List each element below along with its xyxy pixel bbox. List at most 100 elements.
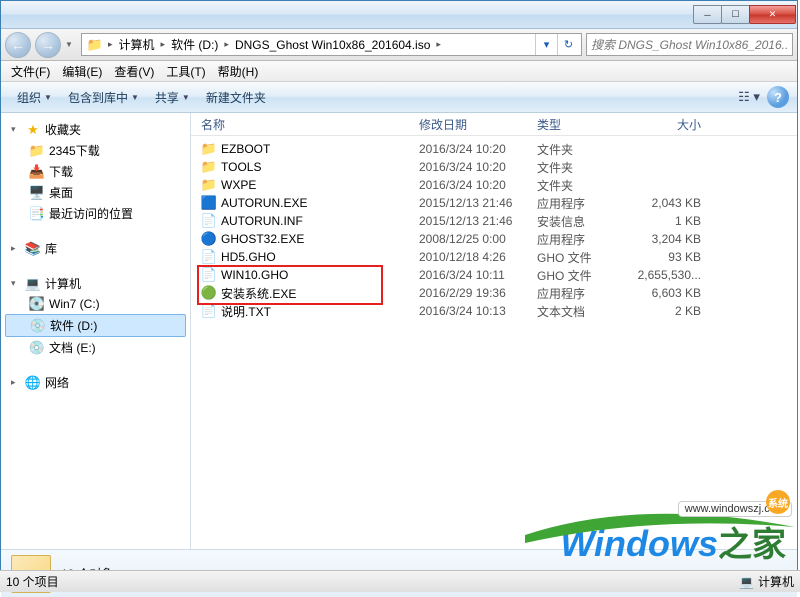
collapse-icon[interactable]: ▾ <box>11 124 21 135</box>
chevron-down-icon: ▼ <box>182 93 190 102</box>
file-row[interactable]: 📄说明.TXT2016/3/24 10:13文本文档2 KB <box>201 302 797 320</box>
back-button[interactable]: ← <box>5 32 31 58</box>
menu-tools[interactable]: 工具(T) <box>160 63 211 80</box>
file-type: 应用程序 <box>537 231 625 248</box>
organize-button[interactable]: 组织▼ <box>9 89 60 106</box>
forward-button[interactable]: → <box>35 32 61 58</box>
column-name[interactable]: 名称 <box>201 116 419 133</box>
sidebar-drive-c[interactable]: 💽Win7 (C:) <box>1 294 190 314</box>
column-date[interactable]: 修改日期 <box>419 116 537 133</box>
chevron-right-icon[interactable]: ▸ <box>222 39 231 50</box>
explorer-window: ─ ☐ ✕ ← → ▼ 📁 ▸ 计算机 ▸ 软件 (D:) ▸ DNGS_Gho… <box>0 0 798 570</box>
help-icon[interactable]: ? <box>767 86 789 108</box>
computer-small-icon: 💻 <box>739 575 754 589</box>
minimize-button[interactable]: ─ <box>693 5 722 24</box>
file-type: 文件夹 <box>537 141 625 158</box>
sidebar-network[interactable]: ▸🌐网络 <box>1 372 190 393</box>
sidebar-drive-d[interactable]: 💿软件 (D:) <box>5 314 186 337</box>
computer-icon: 💻 <box>25 276 41 292</box>
file-row[interactable]: 🟦AUTORUN.EXE2015/12/13 21:46应用程序2,043 KB <box>201 194 797 212</box>
sidebar-libraries[interactable]: ▸📚库 <box>1 238 190 259</box>
menu-edit[interactable]: 编辑(E) <box>56 63 108 80</box>
file-date: 2015/12/13 21:46 <box>419 196 537 210</box>
file-name: EZBOOT <box>221 142 419 156</box>
column-size[interactable]: 大小 <box>625 116 715 133</box>
share-button[interactable]: 共享▼ <box>147 89 198 106</box>
chevron-down-icon: ▼ <box>131 93 139 102</box>
close-button[interactable]: ✕ <box>749 5 796 24</box>
sidebar-item-recent[interactable]: 📑最近访问的位置 <box>1 203 190 224</box>
file-date: 2010/12/18 4:26 <box>419 250 537 264</box>
navigation-pane: ▾★收藏夹 📁2345下载 📥下载 🖥️桌面 📑最近访问的位置 ▸📚库 ▾💻计算… <box>1 113 191 549</box>
file-size: 6,603 KB <box>625 286 715 300</box>
file-name: WXPE <box>221 178 419 192</box>
search-box[interactable] <box>586 33 793 56</box>
file-row[interactable]: 📄WIN10.GHO2016/3/24 10:11GHO 文件2,655,530… <box>201 266 797 284</box>
file-date: 2015/12/13 21:46 <box>419 214 537 228</box>
status-item-count: 10 个项目 <box>6 573 59 590</box>
search-input[interactable] <box>591 38 788 52</box>
history-dropdown-icon[interactable]: ▼ <box>65 40 77 49</box>
menu-view[interactable]: 查看(V) <box>108 63 160 80</box>
library-icon: 📚 <box>25 241 41 257</box>
menu-file[interactable]: 文件(F) <box>5 63 56 80</box>
new-folder-button[interactable]: 新建文件夹 <box>198 89 274 106</box>
file-list[interactable]: 📁EZBOOT2016/3/24 10:20文件夹📁TOOLS2016/3/24… <box>191 136 797 320</box>
file-row[interactable]: 🟢安装系统.EXE2016/2/29 19:36应用程序6,603 KB <box>201 284 797 302</box>
file-date: 2016/3/24 10:13 <box>419 304 537 318</box>
sidebar-drive-e[interactable]: 💿文档 (E:) <box>1 337 190 358</box>
file-size: 93 KB <box>625 250 715 264</box>
chevron-down-icon: ▼ <box>44 93 52 102</box>
file-size: 2,655,530... <box>625 268 715 282</box>
menu-help[interactable]: 帮助(H) <box>212 63 265 80</box>
file-type: 文本文档 <box>537 303 625 320</box>
file-type-icon: 🟢 <box>201 285 217 301</box>
sidebar-item-desktop[interactable]: 🖥️桌面 <box>1 182 190 203</box>
file-size: 2 KB <box>625 304 715 318</box>
file-type-icon: 📁 <box>201 159 217 175</box>
window-controls: ─ ☐ ✕ <box>694 5 796 24</box>
refresh-icon[interactable]: ↻ <box>557 34 579 55</box>
address-bar[interactable]: 📁 ▸ 计算机 ▸ 软件 (D:) ▸ DNGS_Ghost Win10x86_… <box>81 33 582 56</box>
maximize-button[interactable]: ☐ <box>721 5 750 24</box>
file-date: 2016/3/24 10:20 <box>419 142 537 156</box>
file-type: 安装信息 <box>537 213 625 230</box>
file-row[interactable]: 📁EZBOOT2016/3/24 10:20文件夹 <box>201 140 797 158</box>
column-type[interactable]: 类型 <box>537 116 625 133</box>
sidebar-computer[interactable]: ▾💻计算机 <box>1 273 190 294</box>
file-type-icon: 📁 <box>201 177 217 193</box>
file-row[interactable]: 🔵GHOST32.EXE2008/12/25 0:00应用程序3,204 KB <box>201 230 797 248</box>
file-type: 文件夹 <box>537 177 625 194</box>
expand-icon[interactable]: ▸ <box>11 377 21 388</box>
explorer-body: ▾★收藏夹 📁2345下载 📥下载 🖥️桌面 📑最近访问的位置 ▸📚库 ▾💻计算… <box>1 113 797 549</box>
file-list-pane: 名称 修改日期 类型 大小 📁EZBOOT2016/3/24 10:20文件夹📁… <box>191 113 797 549</box>
address-dropdown-icon[interactable]: ▾ <box>535 34 557 55</box>
breadcrumb-drive[interactable]: 软件 (D:) <box>167 36 222 53</box>
star-icon: ★ <box>25 122 41 138</box>
file-name: AUTORUN.EXE <box>221 196 419 210</box>
file-size: 3,204 KB <box>625 232 715 246</box>
file-date: 2016/3/24 10:11 <box>419 268 537 282</box>
breadcrumb-folder[interactable]: DNGS_Ghost Win10x86_201604.iso <box>231 38 434 52</box>
include-library-button[interactable]: 包含到库中▼ <box>60 89 147 106</box>
file-row[interactable]: 📄AUTORUN.INF2015/12/13 21:46安装信息1 KB <box>201 212 797 230</box>
menu-bar: 文件(F) 编辑(E) 查看(V) 工具(T) 帮助(H) <box>1 61 797 82</box>
expand-icon[interactable]: ▸ <box>11 243 21 254</box>
file-size: 1 KB <box>625 214 715 228</box>
navigation-bar: ← → ▼ 📁 ▸ 计算机 ▸ 软件 (D:) ▸ DNGS_Ghost Win… <box>1 29 797 61</box>
chevron-right-icon[interactable]: ▸ <box>159 39 168 50</box>
collapse-icon[interactable]: ▾ <box>11 278 21 289</box>
breadcrumb-root[interactable]: 计算机 <box>115 36 159 53</box>
network-icon: 🌐 <box>25 375 41 391</box>
sidebar-favorites[interactable]: ▾★收藏夹 <box>1 119 190 140</box>
titlebar[interactable]: ─ ☐ ✕ <box>1 1 797 29</box>
file-date: 2008/12/25 0:00 <box>419 232 537 246</box>
file-row[interactable]: 📁WXPE2016/3/24 10:20文件夹 <box>201 176 797 194</box>
sidebar-item-2345[interactable]: 📁2345下载 <box>1 140 190 161</box>
chevron-right-icon[interactable]: ▸ <box>106 39 115 50</box>
view-options-icon[interactable]: ☷ ▾ <box>733 86 765 108</box>
file-row[interactable]: 📄HD5.GHO2010/12/18 4:26GHO 文件93 KB <box>201 248 797 266</box>
file-row[interactable]: 📁TOOLS2016/3/24 10:20文件夹 <box>201 158 797 176</box>
chevron-right-icon[interactable]: ▸ <box>434 39 443 50</box>
sidebar-item-downloads[interactable]: 📥下载 <box>1 161 190 182</box>
